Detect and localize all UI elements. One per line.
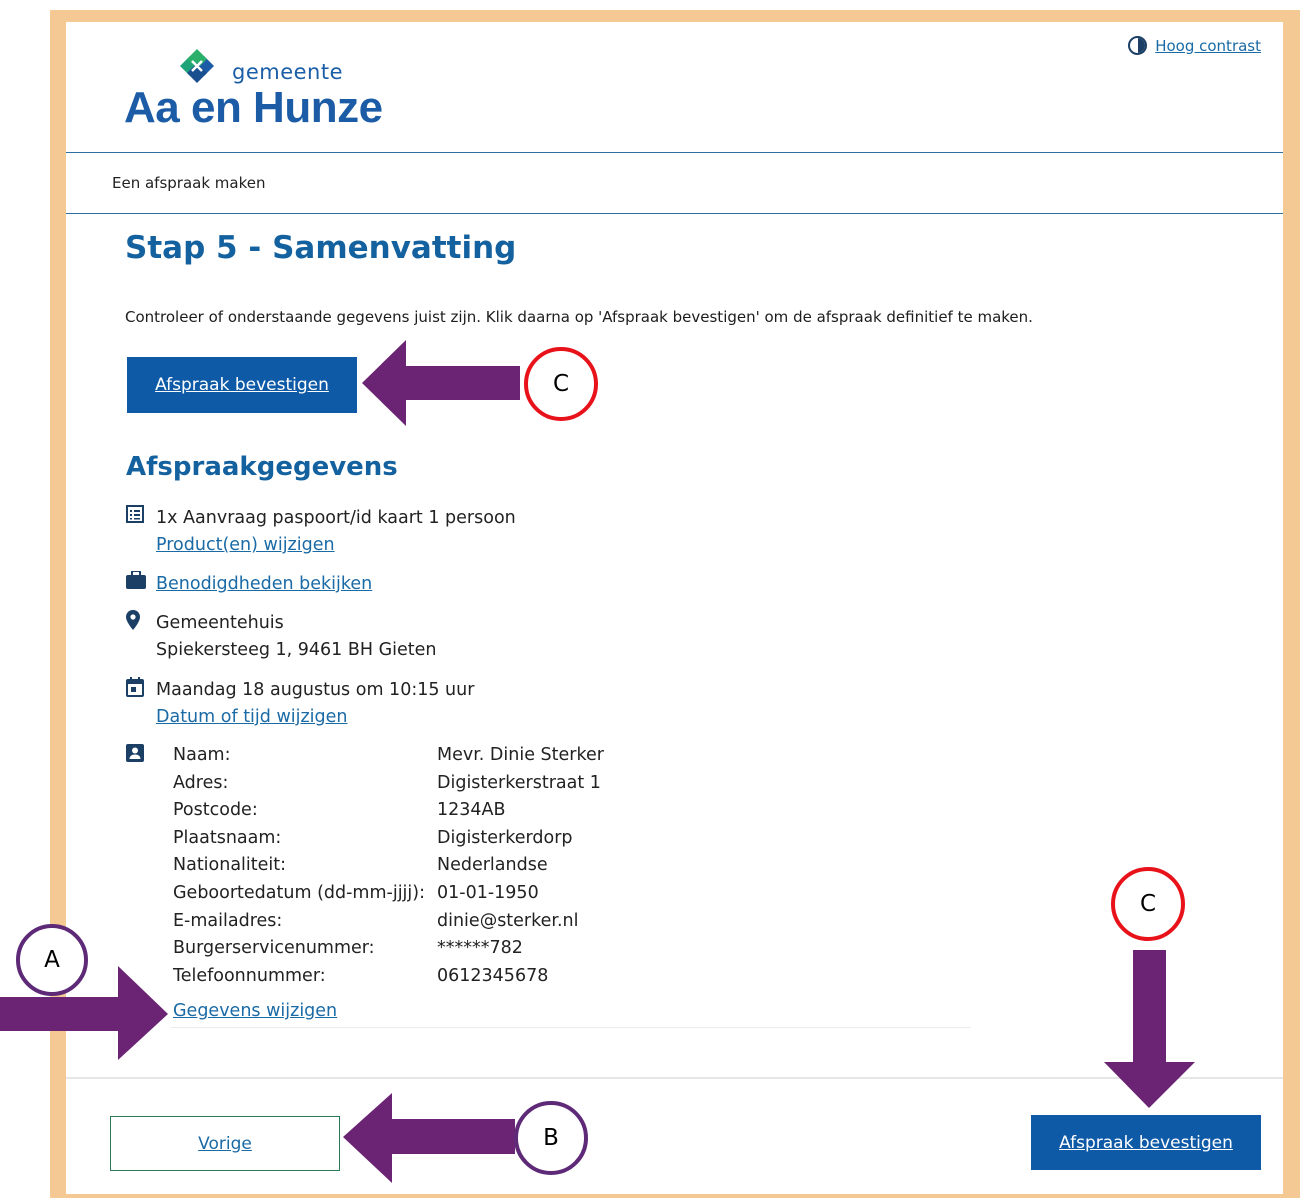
detail-value: Nederlandse bbox=[437, 855, 548, 876]
municipality-logo[interactable]: gemeente Aa en Hunze bbox=[122, 44, 412, 134]
detail-value: dinie@sterker.nl bbox=[437, 910, 579, 931]
detail-row: Plaatsnaam: Digisterkerdorp bbox=[173, 825, 604, 853]
previous-button[interactable]: Vorige bbox=[110, 1116, 340, 1171]
product-text: 1x Aanvraag paspoort/id kaart 1 persoon bbox=[156, 508, 516, 528]
location-address: Spiekersteeg 1, 9461 BH Gieten bbox=[156, 640, 437, 660]
detail-row: Geboortedatum (dd-mm-jjjj): 01-01-1950 bbox=[173, 880, 604, 908]
product-row: 1x Aanvraag paspoort/id kaart 1 persoon … bbox=[126, 505, 516, 559]
requirements-row: Benodigdheden bekijken bbox=[126, 571, 372, 598]
detail-label: Postcode: bbox=[173, 800, 258, 821]
detail-value: Digisterkerstraat 1 bbox=[437, 772, 601, 793]
logo-diamond-icon bbox=[180, 49, 214, 83]
detail-row: Postcode: 1234AB bbox=[173, 797, 604, 825]
annotation-circle-b: B bbox=[514, 1101, 588, 1175]
confirm-appointment-button-bottom[interactable]: Afspraak bevestigen bbox=[1031, 1115, 1261, 1170]
detail-label: Adres: bbox=[173, 772, 229, 793]
detail-value: Mevr. Dinie Sterker bbox=[437, 745, 604, 765]
detail-row: Adres: Digisterkerstraat 1 bbox=[173, 770, 604, 798]
edit-datetime-link[interactable]: Datum of tijd wijzigen bbox=[156, 707, 348, 727]
detail-value: ******782 bbox=[437, 938, 523, 959]
detail-row: Naam: Mevr. Dinie Sterker bbox=[173, 742, 604, 770]
detail-label: Geboortedatum (dd-mm-jjjj): bbox=[173, 882, 426, 903]
detail-row: Burgerservicenummer: ******782 bbox=[173, 935, 604, 963]
detail-label: Burgerservicenummer: bbox=[173, 938, 375, 959]
personal-details: Naam: Mevr. Dinie Sterker Adres: Digisterk… bbox=[173, 742, 604, 990]
footer-divider bbox=[66, 1077, 1283, 1079]
detail-row: Nationaliteit: Nederlandse bbox=[173, 852, 604, 880]
detail-value: 1234AB bbox=[437, 800, 506, 821]
section-title: Afspraakgegevens bbox=[126, 452, 398, 482]
appointment-datetime: Maandag 18 augustus om 10:15 uur bbox=[156, 680, 475, 700]
briefcase-icon bbox=[126, 571, 156, 593]
high-contrast-toggle[interactable]: Hoog contrast bbox=[1128, 36, 1261, 55]
edit-products-link[interactable]: Product(en) wijzigen bbox=[156, 535, 335, 555]
detail-value: 0612345678 bbox=[437, 965, 549, 986]
location-pin-icon bbox=[126, 610, 156, 632]
detail-label: Telefoonnummer: bbox=[173, 965, 326, 986]
appointment-page: gemeente Aa en Hunze Hoog contrast Een a… bbox=[66, 22, 1283, 1194]
calendar-icon bbox=[126, 677, 156, 699]
edit-details-link[interactable]: Gegevens wijzigen bbox=[173, 1001, 337, 1021]
intro-text: Controleer of onderstaande gegevens juis… bbox=[125, 308, 1033, 326]
detail-label: Nationaliteit: bbox=[173, 855, 287, 876]
list-icon bbox=[126, 505, 156, 527]
contrast-icon bbox=[1128, 36, 1148, 55]
detail-row: E-mailadres: dinie@sterker.nl bbox=[173, 908, 604, 936]
high-contrast-link[interactable]: Hoog contrast bbox=[1155, 37, 1261, 55]
location-name: Gemeentehuis bbox=[156, 613, 284, 633]
annotation-circle-c-bottom: C bbox=[1111, 867, 1185, 941]
detail-label: E-mailadres: bbox=[173, 910, 283, 931]
view-requirements-link[interactable]: Benodigdheden bekijken bbox=[156, 574, 372, 594]
breadcrumb: Een afspraak maken bbox=[112, 174, 266, 192]
annotation-circle-a: A bbox=[16, 924, 88, 996]
location-row: Gemeentehuis Spiekersteeg 1, 9461 BH Gie… bbox=[126, 610, 437, 664]
detail-row: Telefoonnummer: 0612345678 bbox=[173, 963, 604, 991]
logo-small-text: gemeente bbox=[232, 60, 344, 84]
detail-value: 01-01-1950 bbox=[437, 882, 539, 903]
personal-icon-row bbox=[126, 744, 156, 766]
detail-label: Naam: bbox=[173, 745, 231, 765]
details-divider bbox=[171, 1027, 971, 1028]
person-card-icon bbox=[126, 744, 156, 766]
page-title: Stap 5 - Samenvatting bbox=[125, 230, 517, 266]
breadcrumb-divider bbox=[66, 213, 1283, 214]
confirm-appointment-button-top[interactable]: Afspraak bevestigen bbox=[127, 357, 357, 413]
logo-main-text: Aa en Hunze bbox=[124, 83, 383, 132]
detail-label: Plaatsnaam: bbox=[173, 827, 282, 848]
detail-value: Digisterkerdorp bbox=[437, 827, 573, 848]
annotation-circle-c-top: C bbox=[524, 347, 598, 421]
datetime-row: Maandag 18 augustus om 10:15 uur Datum o… bbox=[126, 677, 474, 731]
header-divider bbox=[66, 152, 1283, 153]
